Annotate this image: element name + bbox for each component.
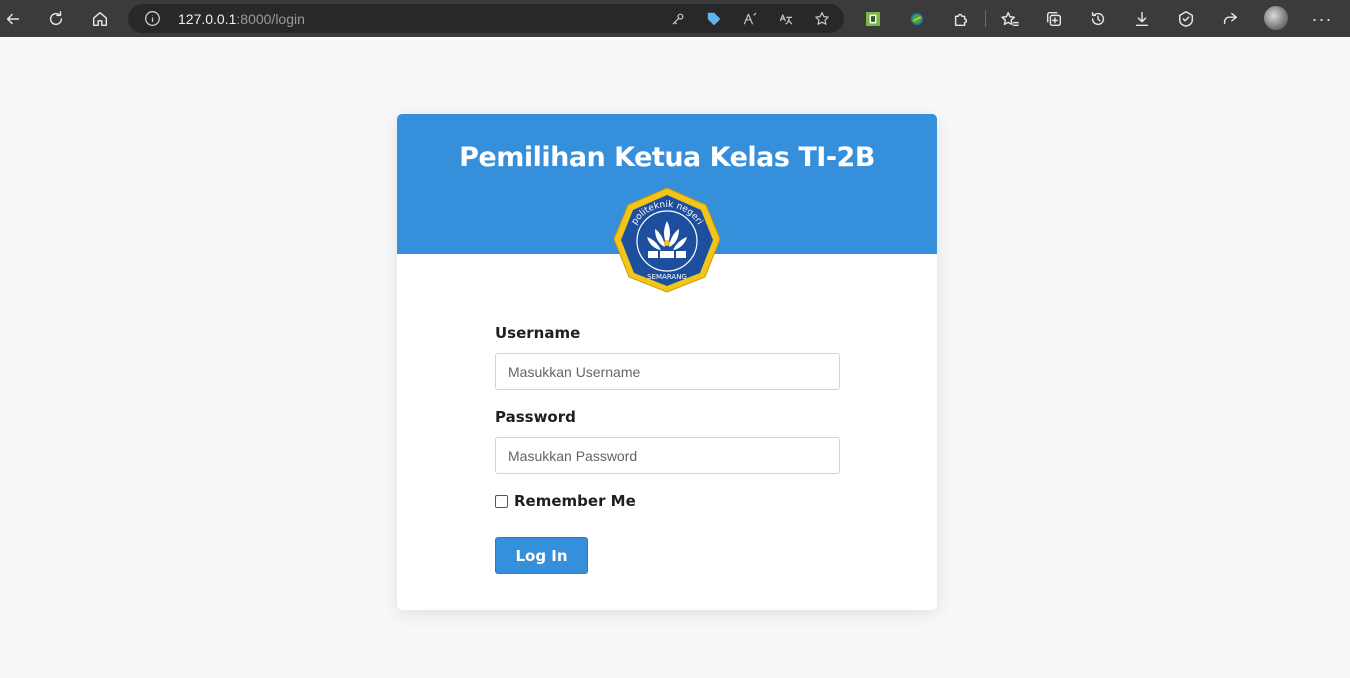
url-text[interactable]: 127.0.0.1:8000/login [178,11,305,27]
profile-avatar[interactable] [1264,6,1288,30]
history-icon[interactable] [1085,6,1111,32]
username-label: Username [495,324,581,342]
remember-me-row[interactable]: Remember Me [495,492,636,510]
extension-green-icon[interactable] [860,6,886,32]
collections-icon[interactable] [1041,6,1067,32]
add-favorite-icon[interactable] [812,9,832,29]
favorites-icon[interactable] [997,6,1023,32]
back-arrow-icon[interactable] [0,6,26,32]
toolbar-divider [985,10,986,27]
remember-me-label: Remember Me [514,492,636,510]
username-input[interactable] [495,353,840,390]
browser-toolbar: 127.0.0.1:8000/login ··· [0,0,1350,37]
polines-logo: politeknik negeri SEMARANG [613,187,721,293]
logo-text-bottom: SEMARANG [647,273,687,281]
refresh-icon[interactable] [43,6,69,32]
password-input[interactable] [495,437,840,474]
read-aloud-icon[interactable] [740,9,760,29]
extensions-puzzle-icon[interactable] [948,6,974,32]
login-button[interactable]: Log In [495,537,588,574]
site-info-icon[interactable] [144,10,161,27]
address-bar[interactable]: 127.0.0.1:8000/login [128,4,844,33]
downloads-icon[interactable] [1129,6,1155,32]
login-card: Pemilihan Ketua Kelas TI-2B politeknik n… [397,114,937,610]
password-label: Password [495,408,576,426]
key-icon[interactable] [668,9,688,29]
more-options-icon[interactable]: ··· [1309,6,1335,32]
translate-icon[interactable] [776,9,796,29]
browser-essentials-icon[interactable] [1173,6,1199,32]
home-icon[interactable] [87,6,113,32]
remember-me-checkbox[interactable] [495,494,508,508]
page-title: Pemilihan Ketua Kelas TI-2B [459,142,875,173]
coupon-tag-icon[interactable] [704,9,724,29]
share-icon[interactable] [1217,6,1243,32]
extension-globe-icon[interactable] [904,6,930,32]
